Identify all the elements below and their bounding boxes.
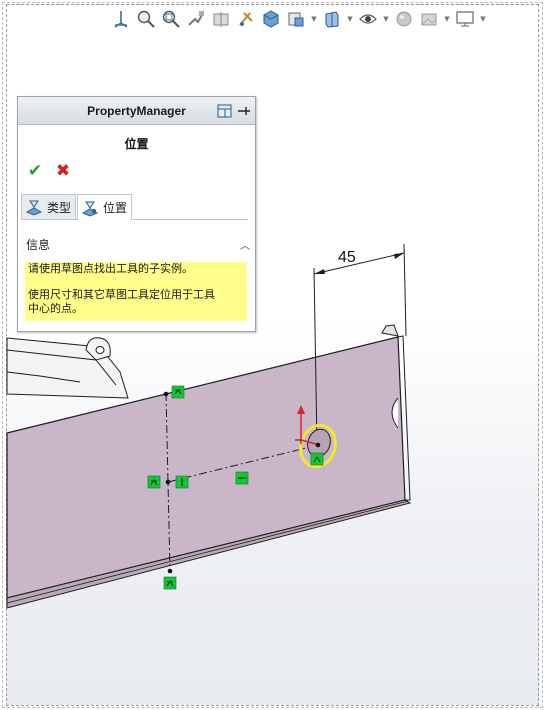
- heads-up-view-toolbar: ▼ ▼ ▼ ▼ ▼: [110, 6, 490, 32]
- edit-appearance-icon[interactable]: [393, 8, 415, 30]
- apply-scene-icon[interactable]: [418, 8, 440, 30]
- hide-show-items-eye-icon[interactable]: [357, 8, 379, 30]
- sketch-point-top: [163, 391, 169, 397]
- pin-icon[interactable]: [235, 103, 251, 119]
- display-style-cube-icon[interactable]: [260, 8, 282, 30]
- type-tab-icon: [25, 200, 43, 216]
- collapse-chevron-icon[interactable]: ︿: [240, 237, 250, 252]
- monitor-caret-icon[interactable]: ▼: [479, 8, 487, 30]
- property-manager-title: PropertyManager: [87, 103, 186, 118]
- right-top-tab: [381, 324, 399, 337]
- dynamic-annotation-icon[interactable]: [235, 8, 257, 30]
- position-tab-icon: [81, 201, 99, 217]
- tab-type-label: 类型: [47, 200, 72, 215]
- view-settings-icon[interactable]: [285, 8, 307, 30]
- relation-marker-center[interactable]: [310, 452, 324, 466]
- view-orientation-icon[interactable]: [110, 8, 132, 30]
- info-message-line1: 请使用草图点找出工具的子实例。: [28, 262, 193, 275]
- dimension-arrow-right: [394, 253, 404, 259]
- info-message-box: 请使用草图点找出工具的子实例。 使用尺寸和其它草图工具定位用于工具 中心的点。: [25, 262, 247, 321]
- relation-marker-vertical[interactable]: [175, 475, 189, 489]
- hide-show-caret-icon[interactable]: ▼: [382, 8, 390, 30]
- back-tab-hole: [95, 346, 105, 354]
- property-tabs: 类型 位置: [21, 194, 248, 220]
- ok-check-icon[interactable]: ✔: [26, 162, 44, 180]
- tab-position[interactable]: 位置: [77, 194, 133, 220]
- panel-layout-icon[interactable]: [217, 103, 233, 119]
- zoom-to-fit-icon[interactable]: [135, 8, 157, 30]
- relation-marker-bottom[interactable]: [163, 576, 177, 590]
- previous-view-icon[interactable]: [185, 8, 207, 30]
- sketch-point-bottom: [167, 568, 173, 574]
- info-section-header[interactable]: 信息 ︿: [26, 236, 250, 253]
- sketch-point-left: [165, 479, 171, 485]
- cancel-x-icon[interactable]: ✖: [54, 162, 72, 180]
- display-style-caret-icon[interactable]: ▼: [346, 8, 354, 30]
- zoom-to-area-icon[interactable]: [160, 8, 182, 30]
- info-message-line2b: 中心的点。: [28, 302, 83, 315]
- dimension-extension-right: [403, 243, 407, 337]
- info-section-title: 信息: [26, 238, 51, 252]
- apply-scene-caret-icon[interactable]: ▼: [443, 8, 451, 30]
- relation-marker-horizontal[interactable]: [235, 471, 249, 485]
- section-view-icon[interactable]: [210, 8, 232, 30]
- tab-position-label: 位置: [103, 201, 128, 215]
- view-settings-caret-icon[interactable]: ▼: [310, 8, 318, 30]
- relation-marker-left[interactable]: [147, 475, 161, 489]
- property-manager-header: PropertyManager: [18, 97, 255, 125]
- tab-type[interactable]: 类型: [21, 194, 77, 219]
- property-manager-panel: PropertyManager 位置 ✔ ✖ 类型 位置 信息 ︿ 请使用草图点…: [17, 96, 256, 332]
- dimension-value[interactable]: 45: [338, 249, 356, 266]
- info-message-line2a: 使用尺寸和其它草图工具定位用于工具: [28, 288, 215, 301]
- dimension-arrow-left: [314, 269, 325, 274]
- sketch-point-center: [315, 442, 321, 448]
- dimension-line: [313, 252, 405, 275]
- display-style-box-icon[interactable]: [321, 8, 343, 30]
- view-settings-monitor-icon[interactable]: [454, 8, 476, 30]
- relation-marker-top[interactable]: [171, 385, 185, 399]
- feature-name: 位置: [124, 137, 149, 151]
